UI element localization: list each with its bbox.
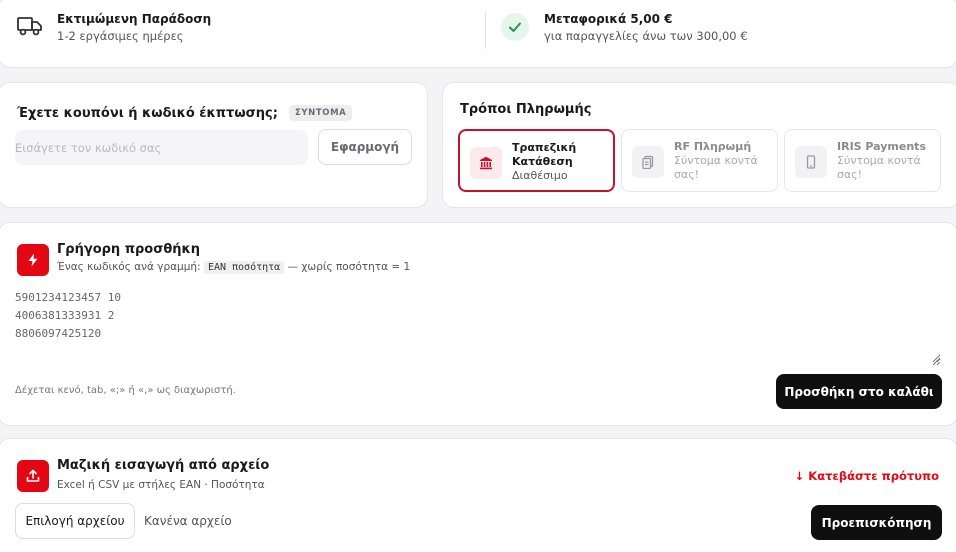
no-file-label: Κανένα αρχείο <box>144 514 232 528</box>
delivery-block: Εκτιμώμενη Παράδοση 1-2 εργάσιμες ημέρες <box>57 11 211 45</box>
hint-prefix: Ένας κωδικός ανά γραμμή: <box>57 261 201 273</box>
codes-textarea[interactable] <box>15 289 941 363</box>
hint-suffix: — χωρίς ποσότητα = 1 <box>287 261 411 273</box>
preview-button[interactable]: Προεπισκόπηση <box>811 505 942 540</box>
coupon-title: Έχετε κουπόνι ή κωδικό έκπτωσης; <box>17 106 278 121</box>
payment-option-iris[interactable]: IRIS Payments Σύντομα κοντά σας! <box>784 129 941 192</box>
shipping-block: Μεταφορικά 5,00 € για παραγγελίες άνω τω… <box>544 11 748 45</box>
add-to-cart-button[interactable]: Προσθήκη στο καλάθι <box>776 374 942 409</box>
quick-add-card: Γρήγορη προσθήκη Ένας κωδικός ανά γραμμή… <box>0 222 956 426</box>
delivery-title: Εκτιμώμενη Παράδοση <box>57 12 212 26</box>
choose-file-button[interactable]: Επιλογή αρχείου <box>15 503 135 539</box>
bulk-import-subtitle: Excel ή CSV με στήλες EAN · Ποσότητα <box>57 479 265 491</box>
payment-option-status: Σύντομα κοντά σας! <box>674 154 758 181</box>
download-template-link[interactable]: ↓ Κατεβάστε πρότυπο <box>795 469 939 483</box>
truck-icon <box>17 15 43 37</box>
receipt-icon <box>632 146 664 178</box>
payment-option-status: Σύντομα κοντά σας! <box>837 154 921 181</box>
soon-badge: ΣΥΝΤΟΜΑ <box>289 104 353 121</box>
lightning-icon <box>17 244 49 276</box>
payment-option-rf[interactable]: RF Πληρωμή Σύντομα κοντά σας! <box>621 129 778 192</box>
coupon-header: Έχετε κουπόνι ή κωδικό έκπτωσης; ΣΥΝΤΟΜΑ <box>17 102 353 121</box>
quick-add-hint: Ένας κωδικός ανά γραμμή: EAN ποσότητα — … <box>57 261 411 274</box>
bulk-import-card: Μαζική εισαγωγή από αρχείο Excel ή CSV μ… <box>0 438 956 552</box>
payment-option-name: RF Πληρωμή <box>674 140 752 153</box>
quick-add-title: Γρήγορη προσθήκη <box>57 242 201 257</box>
payment-option-bank-transfer[interactable]: Τραπεζική Κατάθεση Διαθέσιμο <box>458 129 615 192</box>
info-divider <box>485 11 486 49</box>
delivery-info-card: Εκτιμώμενη Παράδοση 1-2 εργάσιμες ημέρες… <box>0 0 956 68</box>
phone-icon <box>795 146 827 178</box>
payment-methods-card: Τρόποι Πληρωμής Τραπεζική Κατάθεση Διαθέ… <box>442 82 956 208</box>
delivery-subtitle: 1-2 εργάσιμες ημέρες <box>57 29 184 43</box>
shipping-title: Μεταφορικά 5,00 € <box>544 12 673 26</box>
payment-option-name: Τραπεζική Κατάθεση <box>512 141 577 168</box>
upload-icon <box>17 460 49 492</box>
bank-icon <box>470 147 502 179</box>
payment-option-status: Διαθέσιμο <box>512 169 568 182</box>
separator-hint: Δέχεται κενό, tab, «;» ή «,» ως διαχωρισ… <box>15 385 236 396</box>
coupon-input[interactable] <box>15 130 308 165</box>
payment-option-name: IRIS Payments <box>837 140 926 153</box>
bulk-import-title: Μαζική εισαγωγή από αρχείο <box>57 458 270 473</box>
apply-coupon-button[interactable]: Εφαρμογή <box>318 129 412 165</box>
payment-title: Τρόποι Πληρωμής <box>460 102 592 117</box>
hint-code-chip: EAN ποσότητα <box>203 261 285 274</box>
shipping-subtitle: για παραγγελίες άνω των 300,00 € <box>544 29 748 43</box>
check-icon <box>501 13 529 41</box>
resize-grip-icon[interactable] <box>931 351 941 366</box>
coupon-card: Έχετε κουπόνι ή κωδικό έκπτωσης; ΣΥΝΤΟΜΑ… <box>0 82 428 208</box>
